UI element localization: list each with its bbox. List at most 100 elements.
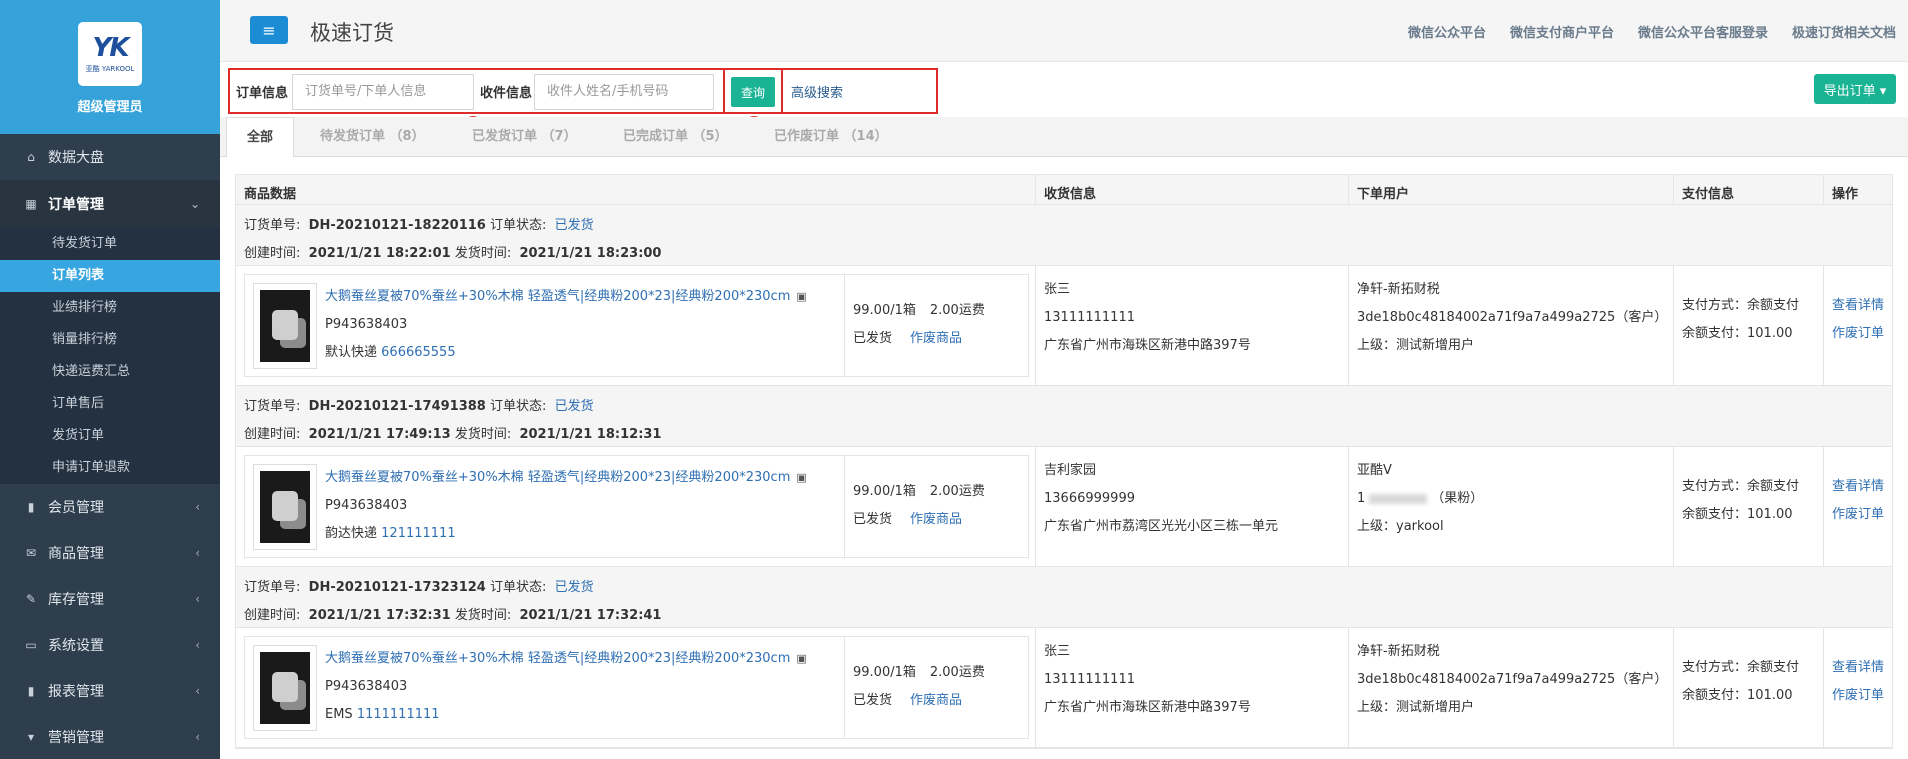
product-cell: 大鹅蚕丝夏被70%蚕丝+30%木棉 轻盈透气|经典粉200*23|经典粉200*… xyxy=(236,447,1036,566)
shipping-fee: 2.00运费 xyxy=(929,665,985,680)
pay-amount: 余额支付：101.00 xyxy=(1682,688,1793,703)
product-link[interactable]: 大鹅蚕丝夏被70%蚕丝+30%木棉 轻盈透气|经典粉200*23|经典粉200*… xyxy=(325,470,790,485)
payment-cell: 支付方式：余额支付 余额支付：101.00 xyxy=(1674,266,1824,385)
tab-all[interactable]: 全部 xyxy=(226,117,294,158)
advanced-search-link[interactable]: 高级搜索 xyxy=(791,82,843,101)
express-number-link[interactable]: 666665555 xyxy=(381,345,455,360)
submenu-after-sales[interactable]: 订单售后 xyxy=(0,388,220,420)
chevron-left-icon: ‹ xyxy=(195,638,200,652)
sidebar-item-reports[interactable]: ▮ 报表管理 ‹ xyxy=(0,668,220,714)
export-orders-button[interactable]: 导出订单 ▾ xyxy=(1814,74,1896,104)
receiver-address: 广东省广州市海珠区新港中路397号 xyxy=(1044,338,1251,353)
void-product-link[interactable]: 作废商品 xyxy=(910,331,962,346)
col-actions: 操作 xyxy=(1832,187,1859,202)
product-thumbnail[interactable] xyxy=(253,464,317,550)
submenu-performance-ranking[interactable]: 业绩排行榜 xyxy=(0,292,220,324)
void-order-link[interactable]: 作废订单 xyxy=(1832,507,1884,522)
product-status: 已发货 xyxy=(853,512,893,527)
sidebar-item-members[interactable]: ▮ 会员管理 ‹ xyxy=(0,484,220,530)
tab-completed[interactable]: 已完成订单 （5） xyxy=(623,117,728,157)
sidebar-item-settings[interactable]: ▭ 系统设置 ‹ xyxy=(0,622,220,668)
order-header: 订货单号: DH-20210121-17323124 订单状态: 已发货 创建时… xyxy=(236,567,1892,628)
view-details-link[interactable]: 查看详情 xyxy=(1832,298,1884,313)
product-link[interactable]: 大鹅蚕丝夏被70%蚕丝+30%木棉 轻盈透气|经典粉200*23|经典粉200*… xyxy=(325,289,790,304)
receiver-phone: 13666999999 xyxy=(1044,491,1135,506)
document-icon[interactable]: ▣ xyxy=(796,471,806,484)
home-icon: ⌂ xyxy=(27,150,35,164)
receiver-info-label: 收件信息 xyxy=(480,86,533,101)
receiver-cell: 张三 13111111111 广东省广州市海珠区新港中路397号 xyxy=(1036,628,1349,747)
receiver-name: 张三 xyxy=(1044,282,1071,297)
chevron-left-icon: ‹ xyxy=(195,546,200,560)
user-name: 亚酷V xyxy=(1357,463,1392,478)
product-info: 大鹅蚕丝夏被70%蚕丝+30%木棉 轻盈透气|经典粉200*23|经典粉200*… xyxy=(325,275,845,376)
link-wechat-platform[interactable]: 微信公众平台 xyxy=(1408,22,1486,41)
sidebar-item-label: 订单管理 xyxy=(48,197,104,213)
document-icon[interactable]: ▣ xyxy=(796,290,806,303)
view-details-link[interactable]: 查看详情 xyxy=(1832,479,1884,494)
submenu-shipped-orders[interactable]: 发货订单 xyxy=(0,420,220,452)
product-box: 大鹅蚕丝夏被70%蚕丝+30%木棉 轻盈透气|经典粉200*23|经典粉200*… xyxy=(244,274,1029,377)
chevron-down-icon: ⌄ xyxy=(189,197,200,211)
product-cell: 大鹅蚕丝夏被70%蚕丝+30%木棉 轻盈透气|经典粉200*23|经典粉200*… xyxy=(236,628,1036,747)
yarkool-logo: YK 亚酷 YARKOOL xyxy=(78,22,142,86)
submenu-order-list[interactable]: 订单列表 xyxy=(0,260,220,292)
menu-toggle-button[interactable]: ≡ xyxy=(250,16,288,44)
chevron-left-icon: ‹ xyxy=(195,592,200,606)
shipped-label: 发货时间: xyxy=(454,427,512,442)
document-icon[interactable]: ▣ xyxy=(796,652,806,665)
link-docs[interactable]: 极速订货相关文档 xyxy=(1792,22,1896,41)
sidebar-item-dashboard[interactable]: ⌂ 数据大盘 xyxy=(0,134,220,180)
order-info-input[interactable]: 订货单号/下单人信息 xyxy=(292,74,474,110)
logo-text: 亚酷 YARKOOL xyxy=(85,64,135,73)
user-id: 3de18b0c48184002a71f9a7a499a2725（客户） xyxy=(1357,672,1668,687)
desktop-icon: ▭ xyxy=(25,638,37,652)
product-thumbnail[interactable] xyxy=(253,283,317,369)
product-price-info: 99.00/1箱 2.00运费 已发货 作废商品 xyxy=(853,659,985,715)
sidebar-item-orders[interactable]: ▦ 订单管理 ⌄ xyxy=(0,180,220,228)
sidebar-item-marketing[interactable]: ▾ 营销管理 ‹ xyxy=(0,714,220,759)
sidebar-item-label: 系统设置 xyxy=(48,638,104,654)
unit-price: 99.00/1箱 xyxy=(853,665,916,680)
tab-shipped[interactable]: 已发货订单 （7） xyxy=(472,117,577,157)
link-wechat-service[interactable]: 微信公众平台客服登录 xyxy=(1638,22,1768,41)
receiver-info-input[interactable]: 收件人姓名/手机号码 xyxy=(534,74,714,110)
submenu-refund-requests[interactable]: 申请订单退款 xyxy=(0,452,220,484)
sidebar-item-inventory[interactable]: ✎ 库存管理 ‹ xyxy=(0,576,220,622)
col-product: 商品数据 xyxy=(236,175,1036,204)
express-number-link[interactable]: 121111111 xyxy=(381,526,455,541)
void-product-link[interactable]: 作废商品 xyxy=(910,512,962,527)
receiver-name: 张三 xyxy=(1044,644,1071,659)
view-details-link[interactable]: 查看详情 xyxy=(1832,660,1884,675)
sidebar-item-products[interactable]: ✉ 商品管理 ‹ xyxy=(0,530,220,576)
query-button[interactable]: 查询 xyxy=(731,77,775,107)
void-order-link[interactable]: 作废订单 xyxy=(1832,688,1884,703)
created-time: 2021/1/21 17:49:13 xyxy=(308,427,451,442)
tab-pending[interactable]: 待发货订单 （8） xyxy=(320,117,425,157)
user-id: （果粉） xyxy=(1431,491,1484,506)
product-image xyxy=(260,290,310,362)
user-cell: 净轩-新拓财税 3de18b0c48184002a71f9a7a499a2725… xyxy=(1349,628,1674,747)
product-link[interactable]: 大鹅蚕丝夏被70%蚕丝+30%木棉 轻盈透气|经典粉200*23|经典粉200*… xyxy=(325,651,790,666)
link-wechat-pay[interactable]: 微信支付商户平台 xyxy=(1510,22,1614,41)
receiver-address: 广东省广州市荔湾区光光小区三栋一单元 xyxy=(1044,519,1279,534)
admin-name[interactable]: 超级管理员 xyxy=(77,96,142,115)
receiver-address: 广东省广州市海珠区新港中路397号 xyxy=(1044,700,1251,715)
product-box: 大鹅蚕丝夏被70%蚕丝+30%木棉 轻盈透气|经典粉200*23|经典粉200*… xyxy=(244,455,1029,558)
void-order-link[interactable]: 作废订单 xyxy=(1832,326,1884,341)
submenu-shipping-summary[interactable]: 快递运费汇总 xyxy=(0,356,220,388)
pay-method: 支付方式：余额支付 xyxy=(1682,479,1800,494)
submenu-pending-orders[interactable]: 待发货订单 xyxy=(0,228,220,260)
express-number-link[interactable]: 1111111111 xyxy=(357,707,440,722)
product-thumbnail[interactable] xyxy=(253,645,317,731)
void-product-link[interactable]: 作废商品 xyxy=(910,693,962,708)
product-status: 已发货 xyxy=(853,693,893,708)
created-time: 2021/1/21 17:32:31 xyxy=(308,608,451,623)
page-title: 极速订货 xyxy=(310,21,394,45)
receiver-cell: 吉利家园 13666999999 广东省广州市荔湾区光光小区三栋一单元 xyxy=(1036,447,1349,566)
product-image xyxy=(260,652,310,724)
tab-voided[interactable]: 已作废订单 （14） xyxy=(774,117,888,157)
main-content: ≡ 极速订货 微信公众平台 微信支付商户平台 微信公众平台客服登录 极速订货相关… xyxy=(220,0,1908,759)
order-row: 大鹅蚕丝夏被70%蚕丝+30%木棉 轻盈透气|经典粉200*23|经典粉200*… xyxy=(236,266,1892,386)
submenu-sales-ranking[interactable]: 销量排行榜 xyxy=(0,324,220,356)
